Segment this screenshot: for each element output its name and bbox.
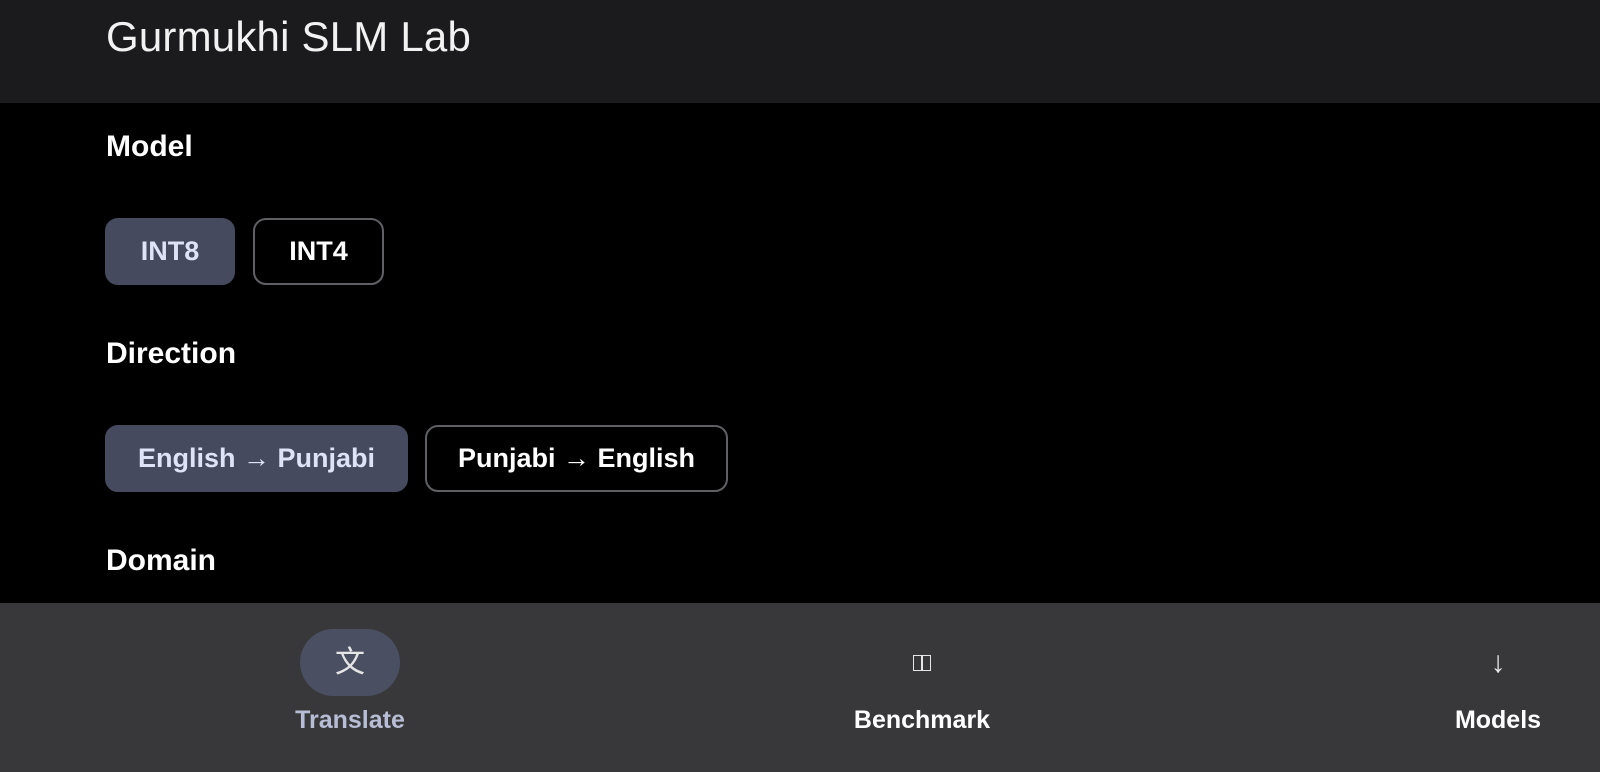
direction-section-label: Direction <box>106 337 237 370</box>
nav-active-indicator: 文 <box>300 629 400 696</box>
nav-item-benchmark[interactable]: Benchmark <box>822 603 1022 772</box>
model-chip-int8[interactable]: INT8 <box>105 218 235 285</box>
nav-icon-container <box>872 629 972 696</box>
translate-icon: 文 <box>335 645 365 679</box>
direction-chip-pa-en[interactable]: Punjabi → English <box>425 425 728 492</box>
domain-section-label: Domain <box>106 544 217 577</box>
nav-icon-container: ↓ <box>1448 629 1548 696</box>
bottom-navigation-bar: 文 Translate Benchmark ↓ Models <box>0 603 1600 772</box>
nav-item-models[interactable]: ↓ Models <box>1398 603 1598 772</box>
book-icon <box>913 654 931 671</box>
nav-item-translate[interactable]: 文 Translate <box>250 603 450 772</box>
nav-label-translate: Translate <box>295 706 405 734</box>
model-section-label: Model <box>106 130 193 163</box>
app-root: Gurmukhi SLM Lab Model INT8 INT4 Directi… <box>0 0 1600 772</box>
download-icon: ↓ <box>1490 645 1506 679</box>
nav-label-benchmark: Benchmark <box>853 706 991 734</box>
top-app-bar: Gurmukhi SLM Lab <box>0 0 1600 103</box>
direction-chip-en-pa[interactable]: English → Punjabi <box>105 425 408 492</box>
settings-content[interactable]: Model INT8 INT4 Direction English → Punj… <box>0 103 1600 603</box>
nav-label-models: Models <box>1454 706 1542 734</box>
app-title: Gurmukhi SLM Lab <box>106 13 472 60</box>
model-chip-int4[interactable]: INT4 <box>253 218 384 285</box>
